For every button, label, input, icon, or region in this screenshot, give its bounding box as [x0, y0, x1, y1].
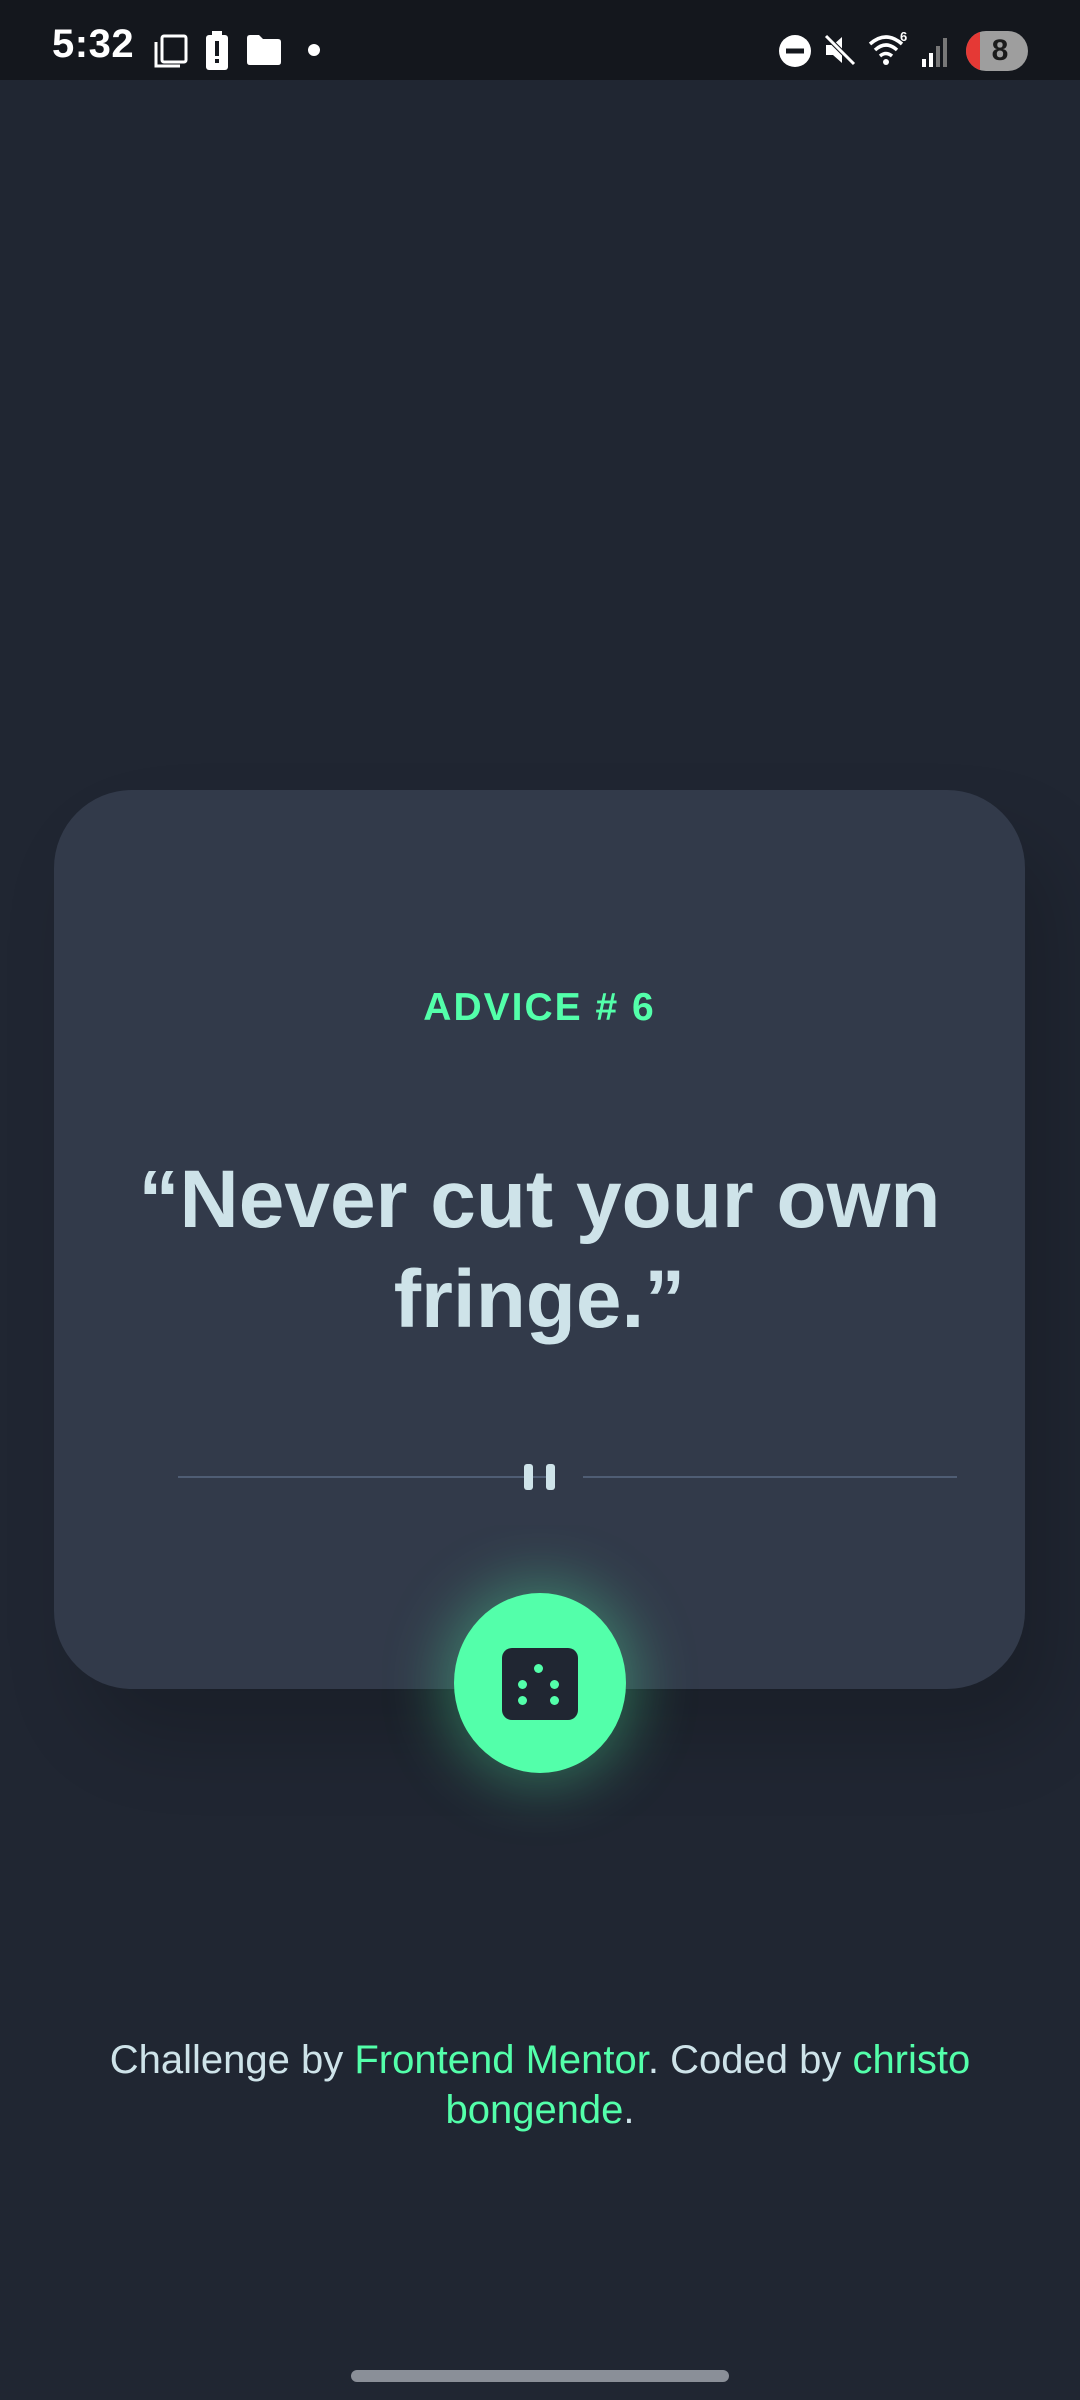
- notification-dot-icon: [308, 44, 320, 56]
- divider-pause-icon: [546, 1464, 555, 1490]
- screenshot-icon: [154, 34, 188, 68]
- folder-icon: [247, 35, 281, 65]
- frontend-mentor-link[interactable]: Frontend Mentor: [354, 2038, 648, 2082]
- do-not-disturb-icon: [779, 35, 811, 67]
- generate-advice-button[interactable]: [454, 1593, 626, 1773]
- advice-quote: “Never cut your own fringe.”: [138, 1154, 941, 1345]
- status-bar: 5:32 6 8: [0, 0, 1080, 80]
- divider-line-right: [583, 1476, 957, 1478]
- wifi-6-icon: 6: [868, 30, 907, 65]
- advice-card: ADVICE # 6 “Never cut your own fringe.”: [54, 790, 1025, 1689]
- signal-icon: [922, 38, 947, 67]
- advice-id: ADVICE # 6: [423, 986, 656, 1029]
- battery-alert-icon: [206, 31, 228, 70]
- attribution-middle: . Coded by: [647, 2038, 853, 2082]
- attribution: Challenge by Frontend Mentor. Coded by c…: [60, 2035, 1020, 2135]
- attribution-prefix: Challenge by: [109, 2038, 355, 2082]
- home-indicator[interactable]: [351, 2370, 729, 2382]
- divider-pause-icon: [524, 1464, 533, 1490]
- notification-count: 8: [991, 34, 1009, 67]
- mute-icon: [824, 34, 856, 66]
- divider-line-left: [178, 1476, 552, 1478]
- svg-text:6: 6: [900, 30, 907, 44]
- dice-icon: [502, 1648, 578, 1720]
- notification-count-badge: 8: [966, 31, 1028, 71]
- status-time: 5:32: [52, 22, 135, 66]
- attribution-suffix: .: [623, 2088, 635, 2132]
